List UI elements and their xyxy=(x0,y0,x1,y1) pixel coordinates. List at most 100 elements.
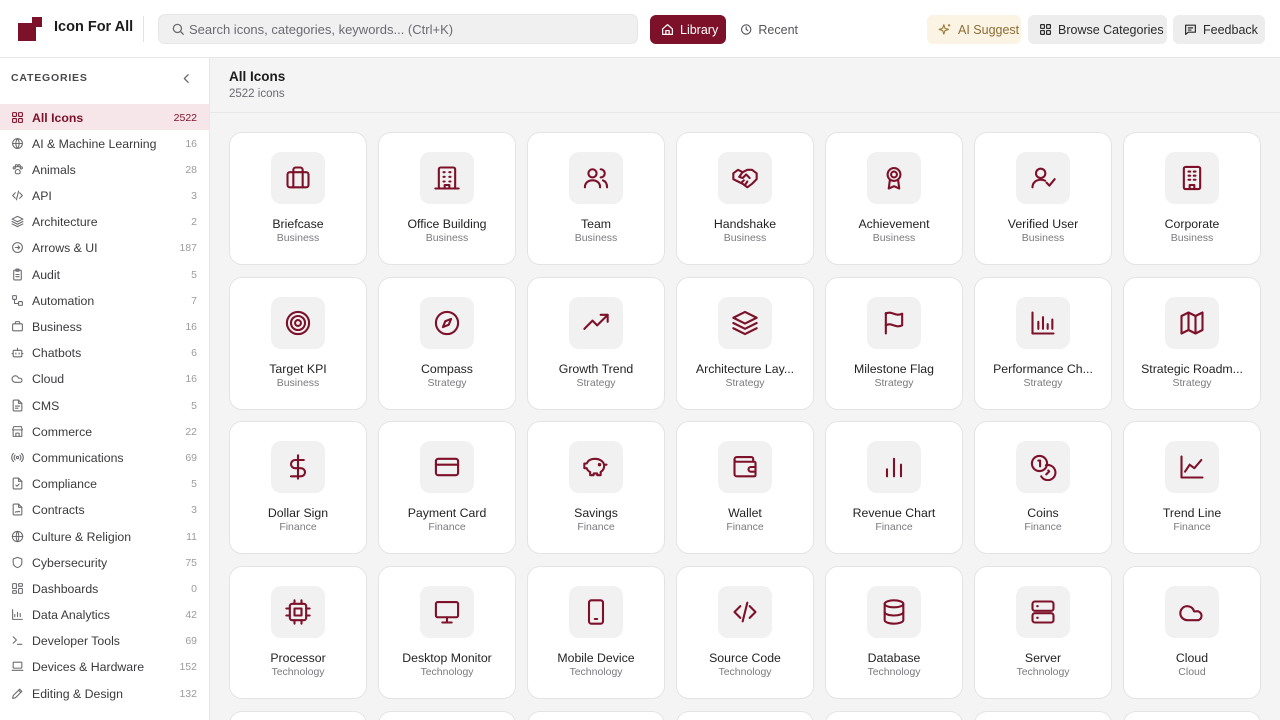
sidebar-item-communications[interactable]: Communications 69 xyxy=(0,444,209,470)
brain-icon xyxy=(11,137,24,150)
collapse-sidebar-icon[interactable] xyxy=(180,72,193,85)
map-icon xyxy=(1165,297,1219,349)
sidebar-item-animals[interactable]: Animals 28 xyxy=(0,156,209,182)
search-input[interactable] xyxy=(189,15,629,43)
icon-card-partial[interactable] xyxy=(676,711,814,720)
sidebar-item-arrows-ui[interactable]: Arrows & UI 187 xyxy=(0,235,209,261)
sidebar-item-commerce[interactable]: Commerce 22 xyxy=(0,418,209,444)
sidebar-item-label: All Icons xyxy=(32,110,84,125)
icon-card-category: Finance xyxy=(428,521,466,533)
sidebar-item-devices-hardware[interactable]: Devices & Hardware 152 xyxy=(0,654,209,680)
sidebar-item-cloud[interactable]: Cloud 16 xyxy=(0,366,209,392)
clock-icon xyxy=(740,24,752,35)
icon-card[interactable]: Revenue Chart Finance xyxy=(825,421,963,554)
icon-card[interactable]: Verified User Business xyxy=(974,132,1112,265)
icon-card-name: Source Code xyxy=(709,651,781,665)
target-icon xyxy=(271,297,325,349)
icon-card[interactable]: Milestone Flag Strategy xyxy=(825,277,963,410)
icon-card[interactable]: Server Technology xyxy=(974,566,1112,699)
icon-card-name: Growth Trend xyxy=(558,362,634,376)
category-list: All Icons 2522 AI & Machine Learning 16 Anim… xyxy=(0,104,209,706)
icon-card-name: Architecture Lay... xyxy=(695,362,795,376)
icon-card-partial[interactable] xyxy=(1123,711,1261,720)
icon-card[interactable]: Wallet Finance xyxy=(676,421,814,554)
sidebar-item-label: Editing & Design xyxy=(32,686,123,701)
sidebar-item-dashboards[interactable]: Dashboards 0 xyxy=(0,575,209,601)
category-sidebar: CATEGORIES All Icons 2522 AI & Machine Lea… xyxy=(0,58,210,720)
sidebar-item-cms[interactable]: CMS 5 xyxy=(0,392,209,418)
sidebar-item-architecture[interactable]: Architecture 2 xyxy=(0,209,209,235)
sidebar-item-api[interactable]: API 3 xyxy=(0,183,209,209)
app-logo-icon[interactable] xyxy=(18,17,42,41)
search-box[interactable] xyxy=(158,14,638,44)
icon-card[interactable]: Trend Line Finance xyxy=(1123,421,1261,554)
icon-card[interactable]: Strategic Roadm... Strategy xyxy=(1123,277,1261,410)
icon-card[interactable]: Team Business xyxy=(527,132,665,265)
icon-card[interactable]: Database Technology xyxy=(825,566,963,699)
icon-card[interactable]: Savings Finance xyxy=(527,421,665,554)
icon-card[interactable]: Source Code Technology xyxy=(676,566,814,699)
icon-card-partial[interactable] xyxy=(974,711,1112,720)
icon-card-partial[interactable] xyxy=(378,711,516,720)
sidebar-item-data-analytics[interactable]: Data Analytics 42 xyxy=(0,602,209,628)
recent-button[interactable]: Recent xyxy=(738,15,798,44)
icon-card[interactable]: Growth Trend Strategy xyxy=(527,277,665,410)
icon-card[interactable]: Desktop Monitor Technology xyxy=(378,566,516,699)
icon-card[interactable]: Coins Finance xyxy=(974,421,1112,554)
office-icon xyxy=(420,152,474,204)
icon-card-category: Business xyxy=(425,232,469,244)
icon-card-name: Compass xyxy=(421,362,473,376)
ai-suggest-button[interactable]: AI Suggest xyxy=(927,15,1021,44)
icon-card-partial[interactable] xyxy=(229,711,367,720)
icon-card-category: Finance xyxy=(279,521,317,533)
icon-card[interactable]: Dollar Sign Finance xyxy=(229,421,367,554)
icon-card[interactable]: Achievement Business xyxy=(825,132,963,265)
icon-card-name: Server xyxy=(1024,651,1062,665)
store-icon xyxy=(11,425,24,438)
top-header: Icon For All Library Recent AI Suggest B… xyxy=(0,0,1280,58)
sidebar-item-count: 69 xyxy=(185,635,197,648)
sidebar-item-count: 16 xyxy=(185,137,197,150)
icon-card-category: Finance xyxy=(1173,521,1211,533)
icon-card-category: Technology xyxy=(420,666,474,678)
sidebar-item-count: 16 xyxy=(185,321,197,333)
feedback-button[interactable]: Feedback xyxy=(1173,15,1265,44)
sidebar-item-all-icons[interactable]: All Icons 2522 xyxy=(0,104,209,131)
icon-card-partial[interactable] xyxy=(825,711,963,720)
icon-card[interactable]: Target KPI Business xyxy=(229,277,367,410)
icon-card-category: Business xyxy=(276,377,320,389)
sidebar-item-automation[interactable]: Automation 7 xyxy=(0,287,209,313)
layers-icon xyxy=(11,215,24,228)
database-icon xyxy=(867,586,921,638)
browse-categories-button[interactable]: Browse Categories xyxy=(1028,15,1167,44)
icon-card[interactable]: Processor Technology xyxy=(229,566,367,699)
icon-card-name: Cloud xyxy=(1175,651,1209,665)
icon-card[interactable]: Cloud Cloud xyxy=(1123,566,1261,699)
sidebar-item-count: 187 xyxy=(179,242,197,255)
icon-card-name: Handshake xyxy=(713,217,777,231)
sidebar-item-editing-design[interactable]: Editing & Design 132 xyxy=(0,680,209,706)
library-button[interactable]: Library xyxy=(650,15,726,44)
icon-card[interactable]: Office Building Business xyxy=(378,132,516,265)
icon-card[interactable]: Architecture Lay... Strategy xyxy=(676,277,814,410)
sidebar-item-culture-religion[interactable]: Culture & Religion 11 xyxy=(0,523,209,549)
sidebar-item-chatbots[interactable]: Chatbots 6 xyxy=(0,340,209,366)
cpu-icon xyxy=(271,586,325,638)
icon-card-category: Finance xyxy=(726,521,764,533)
sidebar-item-business[interactable]: Business 16 xyxy=(0,314,209,340)
sidebar-item-audit[interactable]: Audit 5 xyxy=(0,261,209,287)
icon-card[interactable]: Payment Card Finance xyxy=(378,421,516,554)
sidebar-item-compliance[interactable]: Compliance 5 xyxy=(0,471,209,497)
icon-card[interactable]: Performance Ch... Strategy xyxy=(974,277,1112,410)
icon-card[interactable]: Briefcase Business xyxy=(229,132,367,265)
sidebar-item-ai-machine-learning[interactable]: AI & Machine Learning 16 xyxy=(0,130,209,156)
icon-card[interactable]: Handshake Business xyxy=(676,132,814,265)
icon-card-partial[interactable] xyxy=(527,711,665,720)
grid-icon xyxy=(1040,24,1051,35)
sidebar-item-developer-tools[interactable]: Developer Tools 69 xyxy=(0,628,209,654)
icon-card[interactable]: Mobile Device Technology xyxy=(527,566,665,699)
sidebar-item-cybersecurity[interactable]: Cybersecurity 75 xyxy=(0,549,209,575)
icon-card[interactable]: Compass Strategy xyxy=(378,277,516,410)
icon-card[interactable]: Corporate Business xyxy=(1123,132,1261,265)
sidebar-item-contracts[interactable]: Contracts 3 xyxy=(0,497,209,523)
